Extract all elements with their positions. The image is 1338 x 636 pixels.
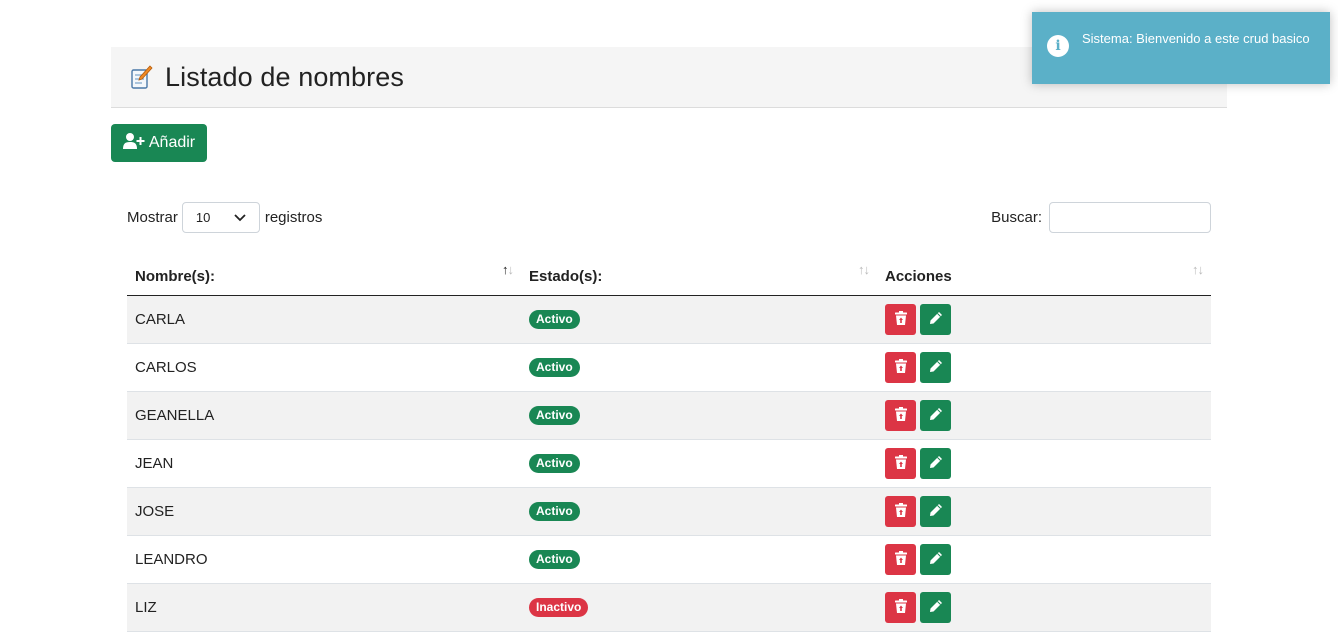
page-title: Listado de nombres bbox=[165, 61, 404, 92]
delete-button[interactable] bbox=[885, 400, 916, 431]
pencil-icon bbox=[929, 503, 943, 521]
pencil-icon bbox=[929, 311, 943, 329]
trash-icon bbox=[894, 358, 908, 377]
status-cell: Activo bbox=[521, 502, 877, 521]
actions-cell bbox=[877, 496, 1211, 527]
pencil-icon bbox=[929, 551, 943, 569]
edit-button[interactable] bbox=[920, 352, 951, 383]
edit-button[interactable] bbox=[920, 592, 951, 623]
pencil-icon bbox=[929, 407, 943, 425]
add-button[interactable]: Añadir bbox=[111, 124, 207, 162]
trash-icon bbox=[894, 454, 908, 473]
trash-icon bbox=[894, 406, 908, 425]
page-length-control: Mostrar 10 registros bbox=[127, 202, 322, 233]
column-header-label: Acciones bbox=[885, 268, 952, 285]
notebook-pencil-icon bbox=[130, 64, 153, 90]
status-badge: Activo bbox=[529, 502, 580, 521]
delete-button[interactable] bbox=[885, 592, 916, 623]
table-row: CARLA Activo bbox=[127, 296, 1211, 344]
names-table: Nombre(s): ↑↓ Estado(s): ↑↓ Acciones ↑↓ … bbox=[127, 254, 1211, 632]
table-row: LEANDRO Activo bbox=[127, 536, 1211, 584]
search-control: Buscar: bbox=[991, 202, 1211, 233]
name-cell: LIZ bbox=[135, 599, 157, 616]
column-header-label: Estado(s): bbox=[529, 268, 603, 285]
toast-message: Sistema: Bienvenido a este crud basico bbox=[1082, 31, 1310, 46]
status-cell: Inactivo bbox=[521, 598, 877, 617]
trash-icon bbox=[894, 502, 908, 521]
name-cell: GEANELLA bbox=[135, 407, 215, 424]
status-cell: Activo bbox=[521, 550, 877, 569]
status-badge: Activo bbox=[529, 310, 580, 329]
table-body: CARLA Activo CARLOS Activo GEANELLA Acti… bbox=[127, 296, 1211, 632]
actions-cell bbox=[877, 448, 1211, 479]
delete-button[interactable] bbox=[885, 496, 916, 527]
status-badge: Activo bbox=[529, 454, 580, 473]
status-cell: Activo bbox=[521, 406, 877, 425]
name-cell: LEANDRO bbox=[135, 551, 208, 568]
delete-button[interactable] bbox=[885, 544, 916, 575]
edit-button[interactable] bbox=[920, 496, 951, 527]
pencil-icon bbox=[929, 359, 943, 377]
name-cell: CARLOS bbox=[135, 359, 197, 376]
table-row: JEAN Activo bbox=[127, 440, 1211, 488]
delete-button[interactable] bbox=[885, 448, 916, 479]
trash-icon bbox=[894, 310, 908, 329]
column-header-name[interactable]: Nombre(s): ↑↓ bbox=[127, 253, 521, 295]
sort-icon: ↑↓ bbox=[1192, 262, 1204, 277]
table-row: JOSE Activo bbox=[127, 488, 1211, 536]
sort-ascending-icon: ↑↓ bbox=[502, 262, 514, 277]
actions-cell bbox=[877, 400, 1211, 431]
length-suffix: registros bbox=[264, 209, 323, 226]
edit-button[interactable] bbox=[920, 544, 951, 575]
column-header-label: Nombre(s): bbox=[135, 268, 216, 285]
toast-notification[interactable]: i Sistema: Bienvenido a este crud basico bbox=[1032, 12, 1330, 84]
status-badge: Activo bbox=[529, 550, 580, 569]
name-cell: JOSE bbox=[135, 503, 175, 520]
page-length-value: 10 bbox=[195, 210, 211, 225]
status-cell: Activo bbox=[521, 454, 877, 473]
pencil-icon bbox=[929, 455, 943, 473]
delete-button[interactable] bbox=[885, 352, 916, 383]
trash-icon bbox=[894, 598, 908, 617]
table-header: Nombre(s): ↑↓ Estado(s): ↑↓ Acciones ↑↓ bbox=[127, 254, 1211, 296]
edit-button[interactable] bbox=[920, 448, 951, 479]
delete-button[interactable] bbox=[885, 304, 916, 335]
status-badge: Activo bbox=[529, 358, 580, 377]
add-button-label: Añadir bbox=[148, 134, 196, 151]
edit-button[interactable] bbox=[920, 400, 951, 431]
status-badge: Activo bbox=[529, 406, 580, 425]
user-plus-icon bbox=[122, 132, 145, 154]
actions-cell bbox=[877, 352, 1211, 383]
status-badge: Inactivo bbox=[529, 598, 589, 617]
table-row: GEANELLA Activo bbox=[127, 392, 1211, 440]
search-input[interactable] bbox=[1049, 202, 1211, 233]
actions-cell bbox=[877, 544, 1211, 575]
chevron-down-icon bbox=[234, 210, 246, 225]
name-cell: JEAN bbox=[135, 455, 174, 472]
table-row: CARLOS Activo bbox=[127, 344, 1211, 392]
actions-cell bbox=[877, 592, 1211, 623]
length-prefix: Mostrar bbox=[127, 209, 178, 226]
actions-cell bbox=[877, 304, 1211, 335]
pencil-icon bbox=[929, 599, 943, 617]
column-header-actions[interactable]: Acciones ↑↓ bbox=[877, 253, 1211, 295]
name-cell: CARLA bbox=[135, 311, 186, 328]
sort-icon: ↑↓ bbox=[858, 262, 870, 277]
status-cell: Activo bbox=[521, 310, 877, 329]
table-row: LIZ Inactivo bbox=[127, 584, 1211, 632]
search-label: Buscar: bbox=[991, 209, 1042, 226]
page-length-select[interactable]: 10 bbox=[181, 202, 260, 233]
column-header-status[interactable]: Estado(s): ↑↓ bbox=[521, 253, 877, 295]
edit-button[interactable] bbox=[920, 304, 951, 335]
info-icon: i bbox=[1047, 35, 1069, 57]
trash-icon bbox=[894, 550, 908, 569]
status-cell: Activo bbox=[521, 358, 877, 377]
